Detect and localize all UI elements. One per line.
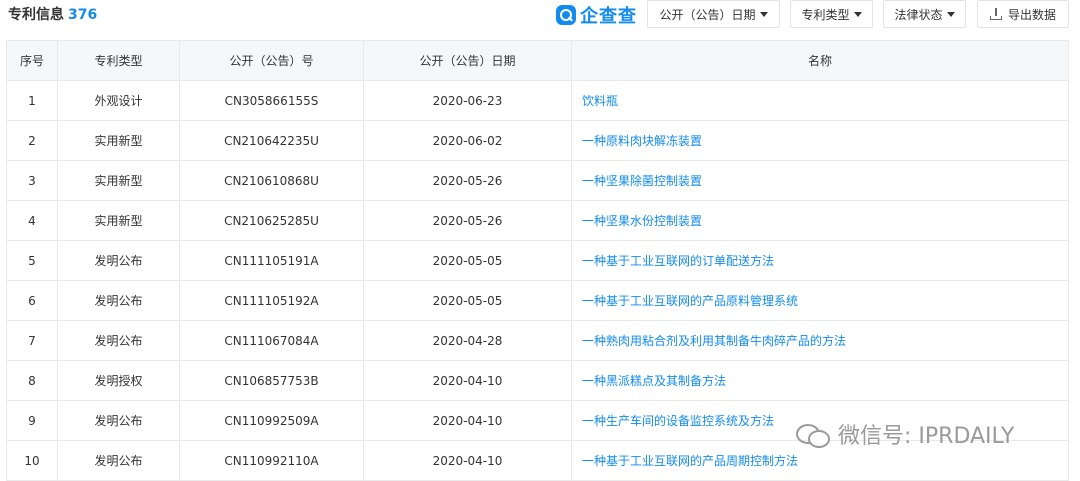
export-data-button[interactable]: 导出数据 (977, 0, 1069, 28)
row-number: CN110992110A (179, 440, 364, 481)
row-index: 2 (6, 120, 58, 161)
row-number: CN210610868U (179, 160, 364, 201)
row-number: CN111105192A (179, 280, 364, 321)
patent-name-link[interactable]: 一种坚果水份控制装置 (571, 200, 1069, 241)
row-date: 2020-06-02 (363, 120, 572, 161)
row-number: CN106857753B (179, 360, 364, 401)
row-date: 2020-06-23 (363, 80, 572, 121)
patent-name-link[interactable]: 一种原料肉块解冻装置 (571, 120, 1069, 161)
header-bar: 专利信息 376 企查查 公开（公告）日期 专利类型 法律状态 导出数据 (0, 0, 1080, 34)
patent-name-link[interactable]: 一种黑派糕点及其制备方法 (571, 360, 1069, 401)
row-index: 5 (6, 240, 58, 281)
column-header-type: 专利类型 (57, 40, 180, 81)
row-index: 6 (6, 280, 58, 321)
table-row: 3 实用新型 CN210610868U 2020-05-26 一种坚果除菌控制装… (6, 160, 1069, 201)
qichacha-logo-icon (556, 5, 576, 25)
column-header-name: 名称 (571, 40, 1069, 81)
row-date: 2020-04-10 (363, 360, 572, 401)
section-title-label: 专利信息 (8, 7, 64, 23)
row-number: CN210625285U (179, 200, 364, 241)
row-date: 2020-04-10 (363, 440, 572, 481)
table-row: 8 发明授权 CN106857753B 2020-04-10 一种黑派糕点及其制… (6, 360, 1069, 401)
caret-down-icon (759, 11, 768, 17)
watermark-text: 微信号: IPRDAILY (838, 424, 1015, 449)
row-index: 1 (6, 80, 58, 121)
qichacha-logo: 企查查 (556, 4, 637, 27)
row-date: 2020-05-26 (363, 160, 572, 201)
table-row: 4 实用新型 CN210625285U 2020-05-26 一种坚果水份控制装… (6, 200, 1069, 241)
wechat-icon (796, 422, 830, 448)
row-index: 10 (6, 440, 58, 481)
section-title: 专利信息 376 (8, 5, 97, 25)
row-type: 发明授权 (57, 360, 180, 401)
row-number: CN111067084A (179, 320, 364, 361)
row-date: 2020-05-05 (363, 240, 572, 281)
row-type: 发明公布 (57, 280, 180, 321)
patent-name-link[interactable]: 饮料瓶 (571, 80, 1069, 121)
row-index: 7 (6, 320, 58, 361)
column-header-number: 公开（公告）号 (179, 40, 364, 81)
publish-date-filter-label: 公开（公告）日期 (659, 7, 756, 22)
download-icon (989, 8, 1002, 20)
row-date: 2020-05-26 (363, 200, 572, 241)
patent-name-link[interactable]: 一种熟肉用粘合剂及利用其制备牛肉碎产品的方法 (571, 320, 1069, 361)
table-header-row: 序号 专利类型 公开（公告）号 公开（公告）日期 名称 (6, 40, 1069, 81)
row-type: 实用新型 (57, 200, 180, 241)
row-index: 3 (6, 160, 58, 201)
row-number: CN110992509A (179, 400, 364, 441)
logo-text: 企查查 (580, 6, 637, 27)
legal-status-filter-label: 法律状态 (894, 7, 943, 22)
row-date: 2020-05-05 (363, 280, 572, 321)
row-date: 2020-04-28 (363, 320, 572, 361)
caret-down-icon (853, 11, 862, 17)
patent-count: 376 (68, 7, 98, 23)
row-type: 发明公布 (57, 400, 180, 441)
table-row: 7 发明公布 CN111067084A 2020-04-28 一种熟肉用粘合剂及… (6, 320, 1069, 361)
column-header-date: 公开（公告）日期 (363, 40, 572, 81)
column-header-index: 序号 (6, 40, 58, 81)
table-row: 1 外观设计 CN305866155S 2020-06-23 饮料瓶 (6, 80, 1069, 121)
row-number: CN111105191A (179, 240, 364, 281)
patent-type-filter-label: 专利类型 (801, 7, 850, 22)
legal-status-filter-button[interactable]: 法律状态 (883, 0, 966, 28)
row-number: CN210642235U (179, 120, 364, 161)
table-row: 2 实用新型 CN210642235U 2020-06-02 一种原料肉块解冻装… (6, 120, 1069, 161)
row-type: 实用新型 (57, 120, 180, 161)
row-type: 发明公布 (57, 240, 180, 281)
row-index: 9 (6, 400, 58, 441)
wechat-watermark: 微信号: IPRDAILY (796, 420, 1015, 449)
row-type: 实用新型 (57, 160, 180, 201)
patent-type-filter-button[interactable]: 专利类型 (790, 0, 873, 28)
row-type: 发明公布 (57, 320, 180, 361)
row-index: 4 (6, 200, 58, 241)
patent-name-link[interactable]: 一种基于工业互联网的产品原料管理系统 (571, 280, 1069, 321)
row-number: CN305866155S (179, 80, 364, 121)
row-type: 发明公布 (57, 440, 180, 481)
patent-name-link[interactable]: 一种坚果除菌控制装置 (571, 160, 1069, 201)
patent-table: 序号 专利类型 公开（公告）号 公开（公告）日期 名称 1 外观设计 CN305… (6, 40, 1069, 481)
caret-down-icon (946, 11, 955, 17)
export-data-label: 导出数据 (1007, 7, 1056, 22)
row-index: 8 (6, 360, 58, 401)
table-row: 6 发明公布 CN111105192A 2020-05-05 一种基于工业互联网… (6, 280, 1069, 321)
table-row: 5 发明公布 CN111105191A 2020-05-05 一种基于工业互联网… (6, 240, 1069, 281)
patent-name-link[interactable]: 一种基于工业互联网的订单配送方法 (571, 240, 1069, 281)
row-date: 2020-04-10 (363, 400, 572, 441)
publish-date-filter-button[interactable]: 公开（公告）日期 (647, 0, 780, 28)
row-type: 外观设计 (57, 80, 180, 121)
